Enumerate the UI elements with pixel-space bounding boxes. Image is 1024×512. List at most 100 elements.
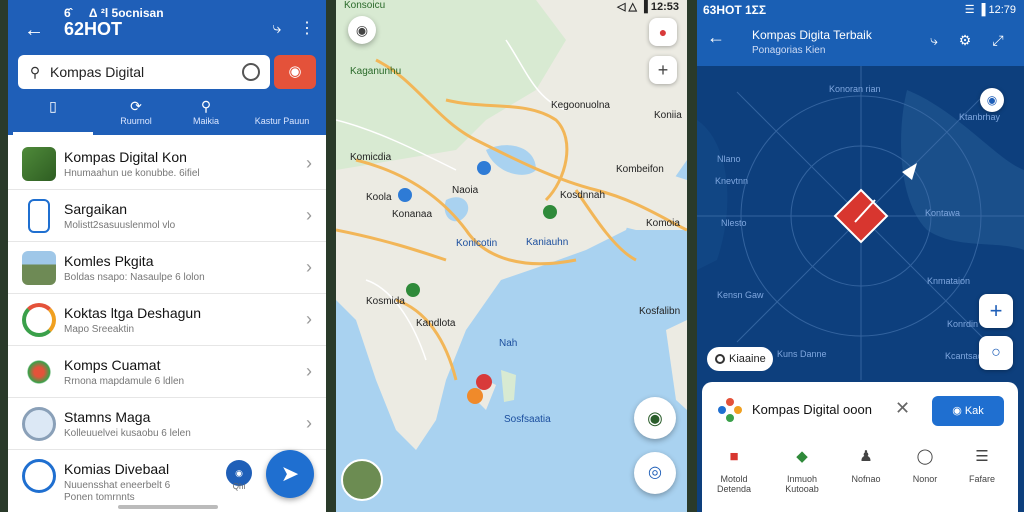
chat-icon: ◯ <box>916 448 934 465</box>
map-panel[interactable]: ◁ △ ▐ 12:53 ◉ ● + Konsoicu Kaganunhu Keg… <box>336 0 687 512</box>
my-location-icon[interactable]: ◎ <box>634 452 676 494</box>
person-icon: ♟ <box>859 448 873 465</box>
map-pin-button[interactable]: ◉ <box>274 55 316 89</box>
tab-recent[interactable]: ⟳ Ruurnol <box>96 96 176 135</box>
search-input[interactable]: Kompas Digital <box>50 64 144 80</box>
search-bar[interactable]: ⚲ Kompas Digital <box>18 55 270 89</box>
go-icon: ◉ <box>952 405 965 417</box>
add-icon[interactable]: + <box>649 56 677 84</box>
list-item[interactable]: Koktas ltga Deshagun Mapo Sreeaktin › <box>8 294 326 346</box>
map-label: Kuns Danne <box>777 349 827 359</box>
more-vert-icon[interactable]: ⋮ <box>296 18 318 40</box>
tab-phone[interactable]: ▯ <box>13 96 93 135</box>
map-label: Knevtnn <box>715 176 749 186</box>
item-subtitle: Boldas nsapo: Nasaulpe 6 lolon <box>64 272 205 283</box>
list-item[interactable]: Sargaikan Molistt2sasuuslenmol vlo › <box>8 190 326 242</box>
back-arrow-icon[interactable]: ← <box>20 18 48 42</box>
action-profile[interactable]: ♟ Nofnao <box>836 446 896 484</box>
document-icon <box>28 199 50 233</box>
clear-icon[interactable] <box>242 63 260 81</box>
recenter-icon[interactable]: ○ <box>979 336 1013 370</box>
action-layers[interactable]: ◆ Inmuoh Kutooab <box>772 446 832 494</box>
gauge-app-icon <box>22 407 56 441</box>
chevron-right-icon: › <box>306 205 312 225</box>
map-label: Sosfsaatia <box>504 414 551 425</box>
map-label: Kosdnnah <box>560 190 606 201</box>
sheet-title: Kompas Digital ooon <box>752 402 872 417</box>
compass-app-icon <box>22 303 56 337</box>
go-button[interactable]: ◉ Kak <box>932 396 1004 426</box>
map-label: Kontawa <box>925 208 961 218</box>
item-title: Sargaikan <box>64 201 128 217</box>
location-pin-icon[interactable]: ◉ <box>980 88 1004 112</box>
compass-ring-icon <box>22 459 56 493</box>
share-icon[interactable]: ⤷ <box>266 18 288 40</box>
map-label: Konsoicu <box>344 0 386 11</box>
map-label: Komicdia <box>350 152 392 163</box>
action-mark[interactable]: ■ Motold Detenda <box>704 446 764 494</box>
layer-chip[interactable]: Kiaaine <box>707 347 773 371</box>
back-arrow-icon[interactable]: ← <box>707 27 725 48</box>
phone-icon: ▯ <box>49 98 57 114</box>
camera-icon[interactable]: ◉ <box>634 397 676 439</box>
map-label: Kosmida <box>366 296 405 307</box>
pin-icon[interactable]: ● <box>649 18 677 46</box>
map-label: Kaniauhn <box>526 237 569 248</box>
map-label: Komoia <box>646 218 680 229</box>
close-icon[interactable]: ✕ <box>895 398 910 419</box>
chevron-right-icon: › <box>306 361 312 381</box>
action-nearby[interactable]: ◯ Nonor <box>895 446 955 484</box>
chip-label: Kiaaine <box>729 353 766 365</box>
item-title: Kompas Digital Kon <box>64 149 187 165</box>
app-logo-icon <box>716 396 744 424</box>
menu-icon: ☰ <box>975 448 989 465</box>
status-bar: ◁ △ ▐ 12:53 <box>616 1 679 13</box>
action-label: Inmuoh Kutooab <box>785 474 819 494</box>
item-subtitle: Mapo Sreeaktin <box>64 324 135 335</box>
map-label: Nlano <box>717 154 741 164</box>
settings-icon[interactable]: ⚙ <box>955 30 975 50</box>
map-label: Knmataion <box>927 276 971 286</box>
map-label: Konicotin <box>456 238 498 249</box>
map-label: Konanaa <box>392 209 433 220</box>
fullscreen-icon[interactable]: ⤢ <box>988 30 1008 50</box>
navigate-fab-button[interactable]: ➤ <box>266 450 314 498</box>
map-label: Kandlota <box>416 318 456 329</box>
page-title: 62HOT <box>64 19 123 39</box>
map-label: Kaganunhu <box>350 66 402 77</box>
status-bar: 6̂ Δ ²l 5ocnisan <box>64 6 164 20</box>
map-label: Koola <box>366 192 392 203</box>
item-title: Komps Cuamat <box>64 357 161 373</box>
zoom-in-button[interactable]: + <box>979 294 1013 328</box>
list-item[interactable]: Kompas Digital Kon Hnumaahun ue konubbe.… <box>8 138 326 190</box>
compass-icon[interactable]: ◉ <box>348 16 376 44</box>
map-label: Kensn Gaw <box>717 290 764 300</box>
action-label: Motold Detenda <box>716 474 752 494</box>
action-label: Nonor <box>912 474 938 484</box>
tab-category[interactable]: Kastur Pauun <box>242 96 322 135</box>
map-label: Konoran rian <box>829 84 881 94</box>
badge-label: Qhi <box>232 482 246 491</box>
item-subtitle: Hnumaahun ue konubbe. 6ifiel <box>64 168 200 179</box>
map-label: Kegoonuolna <box>551 100 610 111</box>
tab-search[interactable]: ⚲ Maikia <box>166 96 246 135</box>
go-label: Kak <box>964 405 984 417</box>
item-subtitle: Ponen tomrnnts <box>64 492 135 503</box>
list-item[interactable]: Komles Pkgita Boldas nsapo: Nasaulpe 6 l… <box>8 242 326 294</box>
map-label: Nah <box>499 338 518 349</box>
top-app-bar: 63HOT 1ΣΣ ☰ ▐ 12:79 ← Kompas Digita Terb… <box>697 0 1024 66</box>
status-bar: 63HOT 1ΣΣ <box>703 3 767 17</box>
item-subtitle: Molistt2sasuuslenmol vlo <box>64 220 176 231</box>
chevron-right-icon: › <box>306 153 312 173</box>
home-indicator <box>118 505 218 509</box>
list-item[interactable]: Stamns Maga Kolleuuelvei kusaobu 6 lelen… <box>8 398 326 450</box>
share-icon[interactable]: ⤷ <box>924 30 944 50</box>
map-label: Koniia <box>654 110 682 121</box>
item-subtitle: Rrnona mapdamule 6 ldlen <box>64 376 185 387</box>
map-label: Naoia <box>452 185 479 196</box>
list-item[interactable]: Komps Cuamat Rrnona mapdamule 6 ldlen › <box>8 346 326 398</box>
page-title: Kompas Digita Terbaik <box>752 28 872 42</box>
chevron-right-icon: › <box>306 309 312 329</box>
radio-icon <box>715 354 725 364</box>
action-menu[interactable]: ☰ Fafare <box>952 446 1012 484</box>
